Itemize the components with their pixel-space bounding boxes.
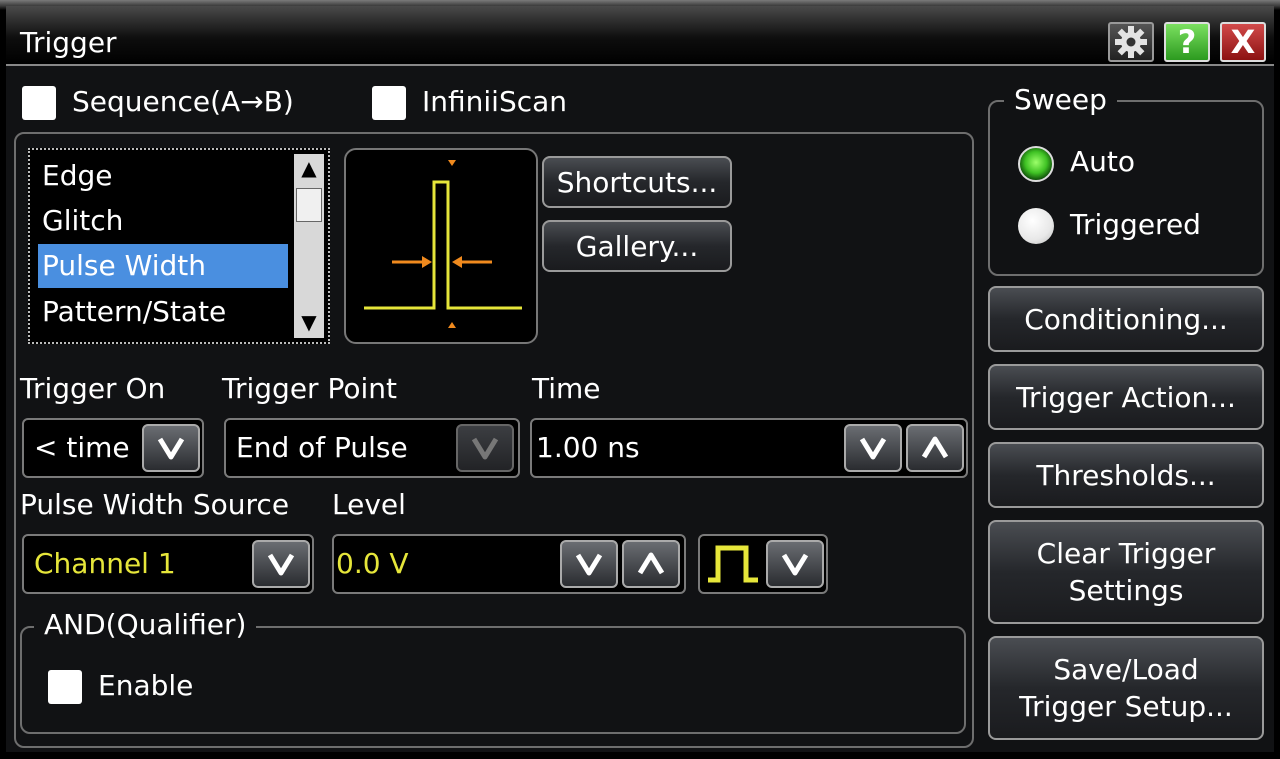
scroll-down-icon[interactable]: ▼ — [294, 310, 324, 334]
list-scrollbar[interactable]: ▲ ▼ — [294, 154, 324, 338]
save-load-line-1: Save/Load — [1053, 653, 1199, 686]
trigger-action-button[interactable]: Trigger Action... — [988, 364, 1264, 430]
scroll-thumb[interactable] — [296, 188, 322, 222]
chevron-down-icon — [575, 553, 603, 576]
trigger-on-dropdown-button[interactable] — [142, 424, 200, 472]
pulse-waveform-icon — [364, 160, 522, 328]
sweep-triggered-label: Triggered — [1070, 208, 1201, 241]
trigger-point-dropdown-button — [456, 424, 514, 472]
infiniiscan-checkbox[interactable] — [372, 86, 406, 120]
level-label: Level — [332, 488, 406, 521]
level-decrement-button[interactable] — [560, 540, 618, 588]
clear-trigger-line-1: Clear Trigger — [1036, 537, 1216, 570]
sweep-group — [988, 100, 1264, 276]
gear-icon — [1115, 26, 1147, 58]
chevron-down-icon — [781, 553, 809, 576]
polarity-dropdown-button[interactable] — [766, 540, 824, 588]
sequence-label: Sequence(A→B) — [72, 85, 294, 118]
list-item-edge[interactable]: Edge — [38, 154, 288, 198]
window-title: Trigger — [20, 26, 117, 59]
clear-trigger-line-2: Settings — [1068, 574, 1184, 607]
trigger-point-select: End of Pulse — [224, 418, 520, 478]
time-value[interactable]: 1.00 ns — [536, 420, 640, 476]
chevron-down-icon — [267, 553, 295, 576]
help-icon: ? — [1177, 23, 1197, 61]
chevron-down-icon — [157, 437, 185, 460]
time-increment-button[interactable] — [906, 424, 964, 472]
pulse-width-preview — [344, 148, 538, 344]
trigger-on-select[interactable]: < time — [22, 418, 204, 478]
trigger-on-label: Trigger On — [20, 372, 166, 405]
save-load-trigger-setup-button[interactable]: Save/Load Trigger Setup... — [988, 636, 1264, 740]
level-increment-button[interactable] — [622, 540, 680, 588]
qualifier-group-label: AND(Qualifier) — [34, 608, 257, 641]
thresholds-button[interactable]: Thresholds... — [988, 442, 1264, 508]
sweep-triggered-radio[interactable] — [1018, 208, 1054, 244]
close-button[interactable]: X — [1220, 22, 1266, 62]
chevron-down-icon — [471, 437, 499, 460]
chevron-down-icon — [859, 437, 887, 460]
infiniiscan-label: InfiniiScan — [422, 85, 568, 118]
shortcuts-button[interactable]: Shortcuts... — [542, 156, 732, 208]
time-label: Time — [532, 372, 601, 405]
clear-trigger-settings-button[interactable]: Clear Trigger Settings — [988, 520, 1264, 624]
close-icon: X — [1230, 23, 1256, 61]
level-value[interactable]: 0.0 V — [336, 536, 409, 592]
qualifier-enable-label: Enable — [98, 669, 194, 702]
trigger-on-value: < time — [34, 431, 130, 464]
sequence-checkbox[interactable] — [22, 86, 56, 120]
pulse-width-source-select[interactable]: Channel 1 — [22, 534, 314, 594]
sweep-auto-radio[interactable] — [1018, 146, 1054, 182]
time-decrement-button[interactable] — [844, 424, 902, 472]
pulse-width-source-label: Pulse Width Source — [20, 488, 290, 521]
list-item-glitch[interactable]: Glitch — [38, 199, 288, 243]
polarity-select[interactable] — [698, 534, 828, 594]
gallery-button[interactable]: Gallery... — [542, 220, 732, 272]
positive-pulse-icon — [708, 545, 758, 583]
trigger-point-value: End of Pulse — [236, 431, 408, 464]
qualifier-enable-checkbox[interactable] — [48, 670, 82, 704]
scroll-up-icon[interactable]: ▲ — [294, 156, 324, 180]
list-item-pattern-state[interactable]: Pattern/State — [38, 290, 288, 334]
source-dropdown-button[interactable] — [252, 540, 310, 588]
trigger-panel: Sequence(A→B) InfiniiScan Edge Glitch Pu… — [6, 66, 1274, 752]
trigger-type-list[interactable]: Edge Glitch Pulse Width Pattern/State ▲ … — [28, 148, 330, 344]
chevron-up-icon — [637, 552, 665, 575]
sweep-group-label: Sweep — [1004, 83, 1117, 116]
chevron-up-icon — [921, 436, 949, 459]
trigger-dialog: Trigger ? X Sequence(A→B) InfiniiScan Ed… — [0, 0, 1280, 759]
trigger-point-label: Trigger Point — [222, 372, 397, 405]
conditioning-button[interactable]: Conditioning... — [988, 286, 1264, 352]
settings-button[interactable] — [1108, 22, 1154, 62]
help-button[interactable]: ? — [1164, 22, 1210, 62]
sweep-auto-label: Auto — [1070, 145, 1136, 178]
pulse-width-source-value: Channel 1 — [34, 547, 176, 580]
time-field[interactable]: 1.00 ns — [530, 418, 968, 478]
save-load-line-2: Trigger Setup... — [1019, 690, 1233, 723]
list-item-pulse-width[interactable]: Pulse Width — [38, 244, 288, 288]
title-bar: Trigger ? X — [6, 6, 1274, 66]
level-field[interactable]: 0.0 V — [332, 534, 686, 594]
